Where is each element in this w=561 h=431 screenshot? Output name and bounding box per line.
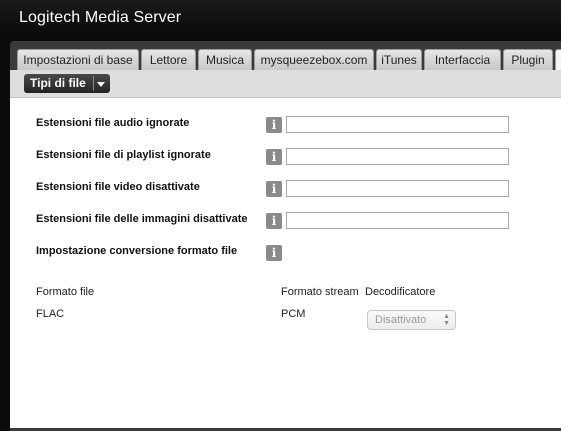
- decoder-select-value: Disattivato: [375, 314, 427, 326]
- decoder-select[interactable]: Disattivato ▲ ▼: [367, 310, 456, 330]
- tab-active-partial[interactable]: [555, 49, 561, 70]
- title-bar: Logitech Media Server: [0, 0, 561, 40]
- subnav-bar: Tipi di file: [10, 70, 561, 98]
- table-header-format: Formato file: [36, 286, 95, 298]
- updown-chevron-icon: ▲ ▼: [443, 313, 450, 327]
- playlist-extensions-input[interactable]: [286, 148, 509, 165]
- video-extensions-input[interactable]: [286, 180, 509, 197]
- table-header-decoder: Decodificatore: [365, 286, 436, 298]
- image-extensions-input[interactable]: [286, 212, 509, 229]
- file-types-dropdown[interactable]: Tipi di file: [24, 74, 110, 93]
- app-title-brand: Logitech: [19, 9, 81, 26]
- info-icon[interactable]: i: [266, 117, 282, 133]
- app-title: Logitech Media Server: [19, 9, 181, 27]
- setting-label-playlist: Estensioni file di playlist ignorate: [36, 149, 211, 161]
- file-types-dropdown-label: Tipi di file: [30, 76, 86, 90]
- chevron-down-icon: [97, 82, 105, 87]
- setting-label-video: Estensioni file video disattivate: [36, 181, 200, 193]
- dropdown-separator: [93, 76, 94, 91]
- tab-lettore[interactable]: Lettore: [141, 49, 196, 70]
- table-header-stream: Formato stream: [281, 286, 359, 298]
- tab-impostazioni-di-base[interactable]: Impostazioni di base: [17, 49, 139, 70]
- table-cell-format: FLAC: [36, 308, 65, 320]
- table-cell-stream: PCM: [281, 308, 306, 320]
- setting-label-images: Estensioni file delle immagini disattiva…: [36, 213, 248, 225]
- tab-plugin[interactable]: Plugin: [503, 49, 553, 70]
- setting-label-audio: Estensioni file audio ignorate: [36, 117, 190, 129]
- info-icon[interactable]: i: [266, 245, 282, 261]
- audio-extensions-input[interactable]: [286, 116, 509, 133]
- info-icon[interactable]: i: [266, 149, 282, 165]
- info-icon[interactable]: i: [266, 181, 282, 197]
- app-title-rest: Media Server: [84, 9, 182, 26]
- tab-mysqueezebox[interactable]: mysqueezebox.com: [254, 49, 374, 70]
- tab-musica[interactable]: Musica: [198, 49, 252, 70]
- tab-interfaccia[interactable]: Interfaccia: [424, 49, 501, 70]
- info-icon[interactable]: i: [266, 213, 282, 229]
- tab-itunes[interactable]: iTunes: [376, 49, 422, 70]
- setting-label-conversion: Impostazione conversione formato file: [36, 245, 238, 257]
